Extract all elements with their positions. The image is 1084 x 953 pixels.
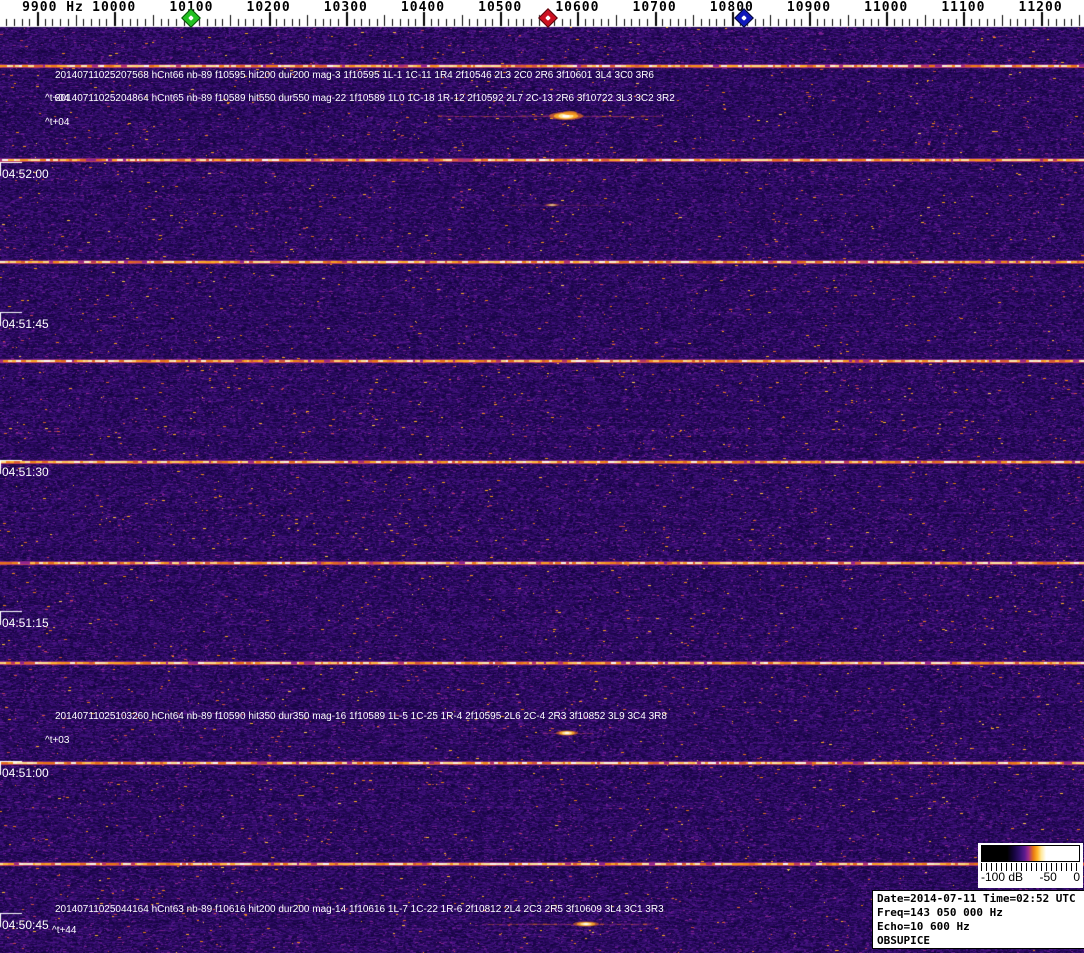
echo-time-offset-marker: ^t+44 (52, 925, 77, 936)
db-mid-label: -50 (1039, 870, 1057, 884)
status-echo: Echo=10 600 Hz (877, 920, 970, 933)
echo-detection-record: 20140711025204864 hCnt65 nb-89 f10589 hi… (55, 93, 675, 104)
time-label: 04:51:30 (2, 465, 49, 479)
time-label: 04:51:00 (2, 766, 49, 780)
status-date-time: Date=2014-07-11 Time=02:52 UTC (877, 892, 1076, 905)
freq-tick-label: 10900 (786, 0, 832, 15)
marker-center-dot (544, 15, 551, 21)
marker-center-dot (188, 15, 194, 21)
db-color-legend: -100 dB -50 0 (978, 843, 1083, 888)
freq-tick-label: 11200 (1018, 0, 1063, 15)
spectrogram-canvas (0, 0, 1084, 953)
freq-tick-label: 10700 (632, 0, 677, 15)
time-label: 04:51:45 (2, 317, 49, 331)
db-scale-labels: -100 dB -50 0 (978, 870, 1083, 884)
freq-tick-label: 10400 (400, 0, 446, 15)
db-min-label: -100 dB (981, 870, 1024, 884)
status-observer: OBSUPICE (877, 934, 930, 947)
echo-detection-record: 20140711025103260 hCnt64 nb-89 f10590 hi… (55, 711, 667, 722)
freq-tick-label: 10300 (323, 0, 368, 15)
freq-tick-label: 10600 (555, 0, 600, 15)
time-label: 04:51:15 (2, 616, 49, 630)
meteor-echo-spectrogram-app: 9900 Hz100001010010200103001040010500106… (0, 0, 1084, 953)
time-label: 04:50:45 (2, 918, 49, 932)
freq-tick-label: 11000 (864, 0, 909, 15)
db-gradient-bar (981, 845, 1080, 862)
echo-time-offset-marker: ^t+04 (45, 117, 70, 128)
freq-tick-label: 9900 Hz (22, 0, 84, 15)
freq-tick-label: 11100 (941, 0, 986, 15)
echo-detection-record: 20140711025207568 hCnt66 nb-89 f10595 hi… (55, 70, 654, 81)
echo-detection-record: 20140711025044164 hCnt63 nb-89 f10616 hi… (55, 904, 664, 915)
marker-center-dot (740, 15, 747, 21)
db-max-label: 0 (1073, 870, 1080, 884)
status-info-box: Date=2014-07-11 Time=02:52 UTC Freq=143 … (872, 890, 1084, 949)
freq-tick-label: 10000 (92, 0, 137, 15)
echo-time-offset-marker: ^t+03 (45, 735, 70, 746)
time-label: 04:52:00 (2, 167, 49, 181)
freq-tick-label: 10500 (478, 0, 523, 15)
status-frequency: Freq=143 050 000 Hz (877, 906, 1003, 919)
freq-tick-label: 10200 (246, 0, 291, 15)
